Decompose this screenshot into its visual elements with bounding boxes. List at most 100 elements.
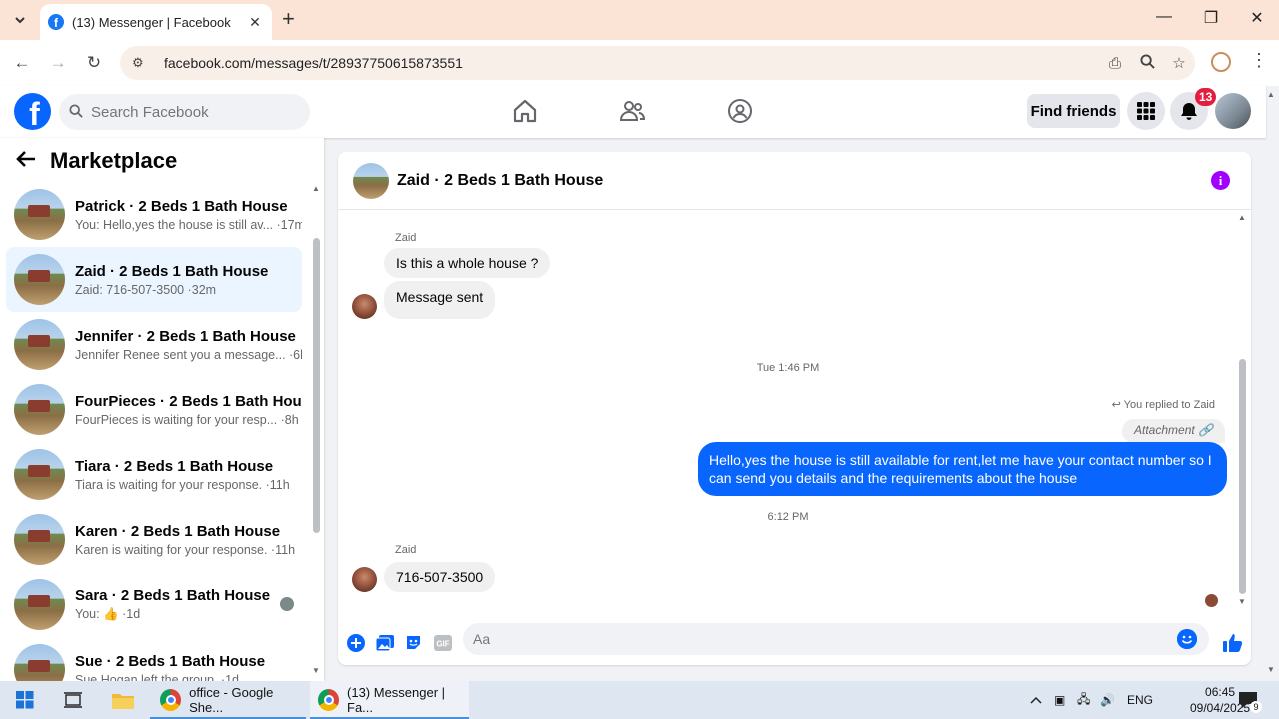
- photo-icon[interactable]: [370, 633, 399, 653]
- notification-center-icon[interactable]: 9: [1238, 681, 1262, 719]
- grid-icon: [1137, 102, 1155, 120]
- timestamp: Tue 1:46 PM: [756, 362, 820, 374]
- groups-icon[interactable]: [727, 98, 753, 124]
- message-composer: GIF: [338, 620, 1251, 665]
- incoming-message[interactable]: Message sent: [384, 281, 496, 319]
- sender-avatar[interactable]: [352, 294, 377, 319]
- listing-thumbnail: [14, 644, 65, 681]
- conversation-preview: Jennifer Renee sent you a message... ·6h: [75, 347, 302, 362]
- sticker-icon[interactable]: [399, 633, 428, 653]
- emoji-icon[interactable]: [1177, 629, 1197, 649]
- conversation-item[interactable]: Sara · 2 Beds 1 Bath House You: 👍 ·1d: [6, 572, 302, 637]
- browser-tab-messenger[interactable]: f (13) Messenger | Facebook ✕: [40, 4, 272, 40]
- search-input[interactable]: [91, 103, 291, 121]
- page-scroll-up-arrow-icon[interactable]: ▲: [1267, 90, 1275, 99]
- windows-start-icon[interactable]: [10, 681, 40, 719]
- scroll-down-arrow-icon[interactable]: ▼: [1238, 597, 1246, 606]
- timestamp: 6:12 PM: [767, 511, 809, 523]
- chrome-icon: [318, 689, 340, 711]
- gif-icon[interactable]: GIF: [428, 633, 457, 653]
- url-text[interactable]: facebook.com/messages/t/2893775061587355…: [164, 55, 1099, 71]
- conversation-item[interactable]: Jennifer · 2 Beds 1 Bath House Jennifer R…: [6, 312, 302, 377]
- scroll-down-arrow-icon[interactable]: ▼: [312, 666, 320, 675]
- new-tab-button[interactable]: +: [282, 8, 295, 30]
- chat-panel: Zaid · 2 Beds 1 Bath House i Zaid Is thi…: [338, 152, 1251, 665]
- sender-avatar[interactable]: [352, 567, 377, 592]
- sidebar-header: Marketplace: [16, 148, 177, 174]
- outgoing-message[interactable]: Hello,yes the house is still available f…: [698, 442, 1227, 496]
- conversation-item[interactable]: Sue · 2 Beds 1 Bath House Sue Hogan left …: [6, 637, 302, 681]
- chat-header: Zaid · 2 Beds 1 Bath House i: [338, 152, 1251, 210]
- incoming-message[interactable]: 716-507-3500: [384, 562, 496, 592]
- chrome-profile-icon[interactable]: [1211, 52, 1231, 72]
- menu-grid-button[interactable]: [1127, 92, 1165, 130]
- site-settings-icon[interactable]: ⚙: [132, 55, 150, 71]
- back-icon[interactable]: ←: [10, 51, 34, 75]
- reply-indicator: ↩ You replied to Zaid: [1112, 398, 1215, 411]
- find-friends-button[interactable]: Find friends: [1027, 94, 1120, 128]
- facebook-header: f Find friends 13: [0, 86, 1266, 138]
- plus-icon[interactable]: [341, 633, 370, 653]
- sidebar-title: Marketplace: [50, 148, 178, 173]
- listing-thumbnail: [14, 514, 65, 565]
- conversation-name: Jennifer · 2 Beds 1 Bath House: [75, 327, 296, 345]
- file-explorer-icon[interactable]: [110, 681, 136, 719]
- thumbs-up-icon[interactable]: [1218, 633, 1247, 653]
- conversation-item[interactable]: Tiara · 2 Beds 1 Bath House Tiara is wait…: [6, 442, 302, 507]
- incoming-message[interactable]: Is this a whole house ?: [384, 248, 551, 278]
- chat-listing-thumbnail[interactable]: [353, 162, 389, 199]
- facebook-search[interactable]: [59, 94, 310, 130]
- conversation-name: FourPieces · 2 Beds 1 Bath House: [75, 392, 302, 410]
- tab-search-dropdown[interactable]: [8, 8, 32, 32]
- show-hidden-icons-chevron-icon[interactable]: [1030, 681, 1042, 719]
- facebook-favicon-icon: f: [48, 14, 64, 30]
- forward-icon[interactable]: →: [46, 51, 70, 75]
- listing-thumbnail: [14, 254, 65, 305]
- page-scroll-down-arrow-icon[interactable]: ▼: [1267, 665, 1275, 674]
- install-app-icon[interactable]: ⎙: [1099, 55, 1131, 72]
- message-input-box[interactable]: [463, 623, 1209, 655]
- chrome-menu-icon[interactable]: ⋮: [1250, 50, 1268, 71]
- attachment-label: Attachment: [1134, 423, 1195, 437]
- conversation-item-active[interactable]: Zaid · 2 Beds 1 Bath House Zaid: 716-507-…: [6, 247, 302, 312]
- scroll-up-arrow-icon[interactable]: ▲: [312, 184, 320, 193]
- conversation-name: Patrick · 2 Beds 1 Bath House: [75, 197, 288, 215]
- friends-icon[interactable]: [619, 98, 646, 124]
- chrome-icon: [160, 689, 182, 711]
- close-window-icon[interactable]: ✕: [1245, 8, 1269, 28]
- scroll-up-arrow-icon[interactable]: ▲: [1238, 213, 1246, 222]
- close-tab-icon[interactable]: ✕: [246, 14, 264, 31]
- conversation-preview: Zaid: 716-507-3500 ·32m: [75, 282, 217, 297]
- address-bar[interactable]: ⚙ facebook.com/messages/t/28937750615873…: [120, 46, 1195, 80]
- sender-name: Zaid: [395, 232, 417, 244]
- listing-thumbnail: [14, 579, 65, 630]
- info-icon[interactable]: i: [1211, 171, 1230, 190]
- taskbar-app-sheets[interactable]: office - Google She...: [150, 681, 306, 719]
- restore-window-icon[interactable]: ❐: [1199, 8, 1223, 28]
- reload-icon[interactable]: ↻: [82, 51, 106, 75]
- language-indicator[interactable]: ENG: [1127, 681, 1153, 719]
- bookmark-star-icon[interactable]: ☆: [1163, 54, 1195, 72]
- sidebar-scrollbar[interactable]: [313, 238, 320, 533]
- facebook-logo-icon[interactable]: f: [14, 93, 51, 130]
- profile-avatar[interactable]: [1215, 93, 1251, 129]
- message-input[interactable]: [473, 631, 1177, 647]
- attachment-preview[interactable]: Attachment 🔗: [1122, 419, 1225, 443]
- browser-tab-bar: f (13) Messenger | Facebook ✕ + — ❐ ✕: [0, 0, 1279, 40]
- network-icon[interactable]: 🖧: [1077, 681, 1090, 719]
- volume-icon[interactable]: 🔊: [1100, 681, 1115, 719]
- minimize-window-icon[interactable]: —: [1152, 8, 1176, 26]
- conversation-item[interactable]: FourPieces · 2 Beds 1 Bath House FourPiec…: [6, 377, 302, 442]
- chat-scrollbar[interactable]: [1239, 359, 1246, 594]
- taskbar-app-messenger[interactable]: (13) Messenger | Fa...: [310, 681, 469, 719]
- zoom-icon[interactable]: [1131, 53, 1163, 73]
- conversation-item[interactable]: Karen · 2 Beds 1 Bath House Karen is wait…: [6, 507, 302, 572]
- conversation-item[interactable]: Patrick · 2 Beds 1 Bath House You: Hello,…: [6, 182, 302, 247]
- meet-now-icon[interactable]: ▣: [1054, 681, 1065, 719]
- task-view-icon[interactable]: [60, 681, 86, 719]
- chat-title[interactable]: Zaid · 2 Beds 1 Bath House: [397, 172, 603, 190]
- home-icon[interactable]: [512, 98, 538, 124]
- conversation-name: Sue · 2 Beds 1 Bath House: [75, 652, 266, 670]
- back-arrow-icon[interactable]: [16, 148, 36, 174]
- reply-label: You replied to Zaid: [1123, 399, 1215, 411]
